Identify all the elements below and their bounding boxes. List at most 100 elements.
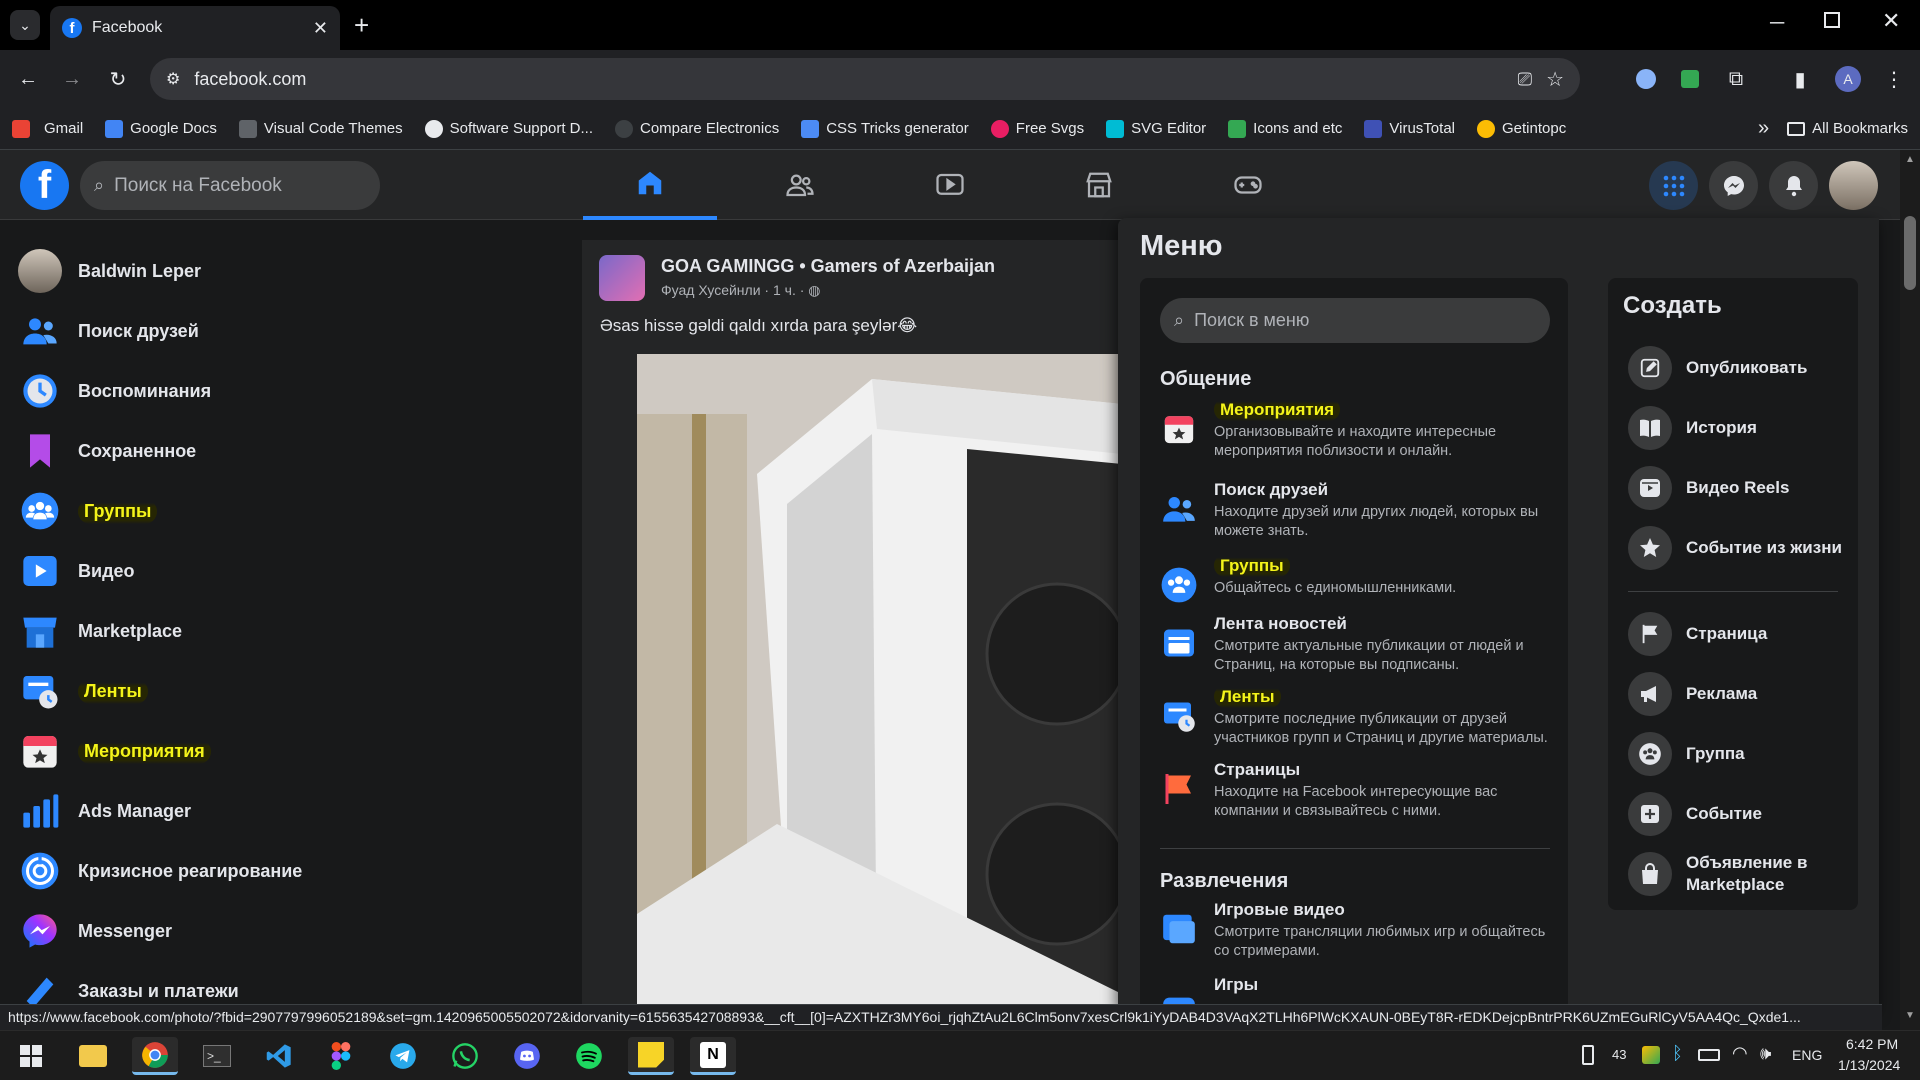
bookmark-icons-and-etc[interactable]: Icons and etc — [1228, 119, 1342, 138]
bookmark-gmail[interactable]: Gmail — [12, 119, 83, 138]
bookmark-google-docs[interactable]: Google Docs — [105, 119, 217, 138]
post-group-name[interactable]: GOA GAMINGG • Gamers of Azerbaijan — [661, 256, 995, 277]
tray-app-icon[interactable] — [1642, 1046, 1660, 1064]
taskbar-telegram[interactable] — [380, 1037, 426, 1075]
scroll-up-arrow-icon[interactable]: ▲ — [1905, 154, 1915, 165]
sidebar-item-messenger[interactable]: Messenger — [18, 903, 172, 959]
tab-gaming[interactable] — [1181, 150, 1315, 220]
taskbar-chrome[interactable] — [132, 1037, 178, 1075]
tab-home[interactable] — [583, 150, 717, 220]
close-tab-icon[interactable]: ✕ — [313, 18, 328, 39]
restore-window-icon[interactable] — [1824, 12, 1840, 28]
tablet-icon[interactable] — [1582, 1045, 1594, 1065]
bookmark-svg-editor[interactable]: SVG Editor — [1106, 119, 1206, 138]
input-language[interactable]: ENG — [1792, 1047, 1822, 1063]
back-icon[interactable]: ← — [14, 65, 42, 93]
messenger-button[interactable] — [1709, 161, 1758, 210]
account-avatar[interactable] — [1829, 161, 1878, 210]
post-author[interactable]: Фуад Хусейнли — [661, 282, 761, 298]
sidebar-item-profile[interactable]: Baldwin Leper — [18, 243, 201, 299]
page-scrollbar[interactable]: ▲ ▼ — [1900, 150, 1920, 1030]
sidebar-item-ads-manager[interactable]: Ads Manager — [18, 783, 191, 839]
create-life-event-button[interactable]: Событие из жизни — [1628, 526, 1848, 570]
create-ad-button[interactable]: Реклама — [1628, 672, 1757, 716]
bluetooth-icon[interactable]: ᛒ — [1672, 1043, 1683, 1064]
create-page-button[interactable]: Страница — [1628, 612, 1767, 656]
sidebar-item-groups[interactable]: Группы — [18, 483, 158, 539]
taskbar-sticky-notes[interactable] — [628, 1037, 674, 1075]
bookmark-virustotal[interactable]: VirusTotal — [1364, 119, 1455, 138]
menu-item-feeds[interactable]: Ленты Смотрите последние публикации от др… — [1160, 685, 1560, 748]
tab-friends[interactable] — [733, 150, 867, 220]
facebook-logo[interactable]: f — [20, 161, 69, 210]
sidebar-item-saved[interactable]: Сохраненное — [18, 423, 196, 479]
taskbar-spotify[interactable] — [566, 1037, 612, 1075]
address-bar[interactable]: ⚙ facebook.com ⎚ ☆ — [150, 58, 1580, 100]
menu-grid-button[interactable] — [1649, 161, 1698, 210]
site-settings-icon[interactable]: ⚙ — [166, 69, 180, 89]
bookmark-visual-code-themes[interactable]: Visual Code Themes — [238, 119, 403, 138]
extension-green-icon[interactable] — [1676, 65, 1704, 93]
taskbar-notion[interactable]: N — [690, 1037, 736, 1075]
extensions-puzzle-icon[interactable]: ⧉ — [1722, 65, 1750, 93]
menu-item-news-feed[interactable]: Лента новостей Смотрите актуальные публик… — [1160, 614, 1560, 675]
minimize-window-icon[interactable]: ─ — [1770, 12, 1784, 35]
group-avatar[interactable] — [599, 255, 645, 301]
facebook-search-input[interactable]: ⌕ Поиск на Facebook — [80, 161, 380, 210]
create-post-button[interactable]: Опубликовать — [1628, 346, 1807, 390]
all-bookmarks-button[interactable]: All Bookmarks — [1787, 120, 1908, 137]
sidebar-item-friends[interactable]: Поиск друзей — [18, 303, 199, 359]
scrollbar-thumb[interactable] — [1904, 216, 1916, 290]
notifications-button[interactable] — [1769, 161, 1818, 210]
taskbar-vscode[interactable] — [256, 1037, 302, 1075]
create-story-button[interactable]: История — [1628, 406, 1757, 450]
extension-search-icon[interactable] — [1632, 65, 1660, 93]
taskbar-whatsapp[interactable] — [442, 1037, 488, 1075]
post-photo[interactable] — [637, 354, 1122, 1010]
create-marketplace-listing-button[interactable]: Объявление в Marketplace — [1628, 852, 1848, 896]
tab-marketplace[interactable] — [1032, 150, 1166, 220]
clock-time[interactable]: 6:42 PM — [1846, 1036, 1898, 1052]
post-time[interactable]: · 1 ч. · — [764, 282, 804, 298]
browser-menu-icon[interactable]: ⋮ — [1880, 65, 1908, 93]
menu-search-input[interactable]: ⌕ Поиск в меню — [1160, 298, 1550, 343]
side-panel-icon[interactable]: ▮ — [1786, 65, 1814, 93]
create-reels-button[interactable]: Видео Reels — [1628, 466, 1789, 510]
profile-avatar[interactable]: A — [1834, 65, 1862, 93]
menu-item-gaming-video[interactable]: Игровые видео Смотрите трансляции любимых… — [1160, 900, 1560, 961]
bookmark-getintopc[interactable]: Getintopc — [1477, 119, 1566, 138]
volume-icon[interactable]: 🕪 — [1760, 1043, 1771, 1064]
taskbar-terminal[interactable]: >_ — [194, 1037, 240, 1075]
taskbar-discord[interactable] — [504, 1037, 550, 1075]
scroll-down-arrow-icon[interactable]: ▼ — [1905, 1010, 1915, 1021]
menu-item-events[interactable]: Мероприятия Организовывайте и находите ин… — [1160, 398, 1560, 461]
tab-watch[interactable] — [883, 150, 1017, 220]
taskbar-file-explorer[interactable] — [70, 1037, 116, 1075]
tab-search-button[interactable]: ⌄ — [10, 10, 40, 40]
menu-item-groups[interactable]: Группы Общайтесь с единомышленниками. — [1160, 554, 1560, 604]
bookmark-star-icon[interactable]: ☆ — [1546, 67, 1564, 92]
menu-item-pages[interactable]: Страницы Находите на Facebook интересующи… — [1160, 760, 1560, 821]
sidebar-item-marketplace[interactable]: Marketplace — [18, 603, 182, 659]
sidebar-item-memories[interactable]: Воспоминания — [18, 363, 211, 419]
create-group-button[interactable]: Группа — [1628, 732, 1745, 776]
wifi-icon[interactable]: ◠ — [1732, 1043, 1748, 1064]
taskbar-figma[interactable] — [318, 1037, 364, 1075]
sidebar-item-events[interactable]: Мероприятия — [18, 723, 211, 779]
sidebar-item-video[interactable]: Видео — [18, 543, 135, 599]
create-event-button[interactable]: Событие — [1628, 792, 1762, 836]
bookmark-software-support[interactable]: Software Support D... — [424, 119, 593, 138]
close-window-icon[interactable]: ✕ — [1882, 8, 1900, 34]
sidebar-item-orders-payments[interactable]: Заказы и платежи — [18, 963, 239, 1010]
bookmark-css-tricks[interactable]: CSS Tricks generator — [801, 119, 969, 138]
forward-icon[interactable]: → — [58, 65, 86, 93]
more-bookmarks-button[interactable]: » — [1758, 117, 1769, 140]
menu-item-find-friends[interactable]: Поиск друзей Находите друзей или других л… — [1160, 480, 1560, 541]
new-tab-button[interactable]: + — [354, 10, 369, 41]
battery-icon[interactable] — [1698, 1049, 1720, 1061]
bookmark-free-svgs[interactable]: Free Svgs — [990, 119, 1084, 138]
sidebar-item-feeds[interactable]: Ленты — [18, 663, 148, 719]
install-app-icon[interactable]: ⎚ — [1518, 69, 1532, 90]
bookmark-compare-electronics[interactable]: Compare Electronics — [615, 119, 779, 138]
start-button[interactable] — [8, 1037, 54, 1075]
